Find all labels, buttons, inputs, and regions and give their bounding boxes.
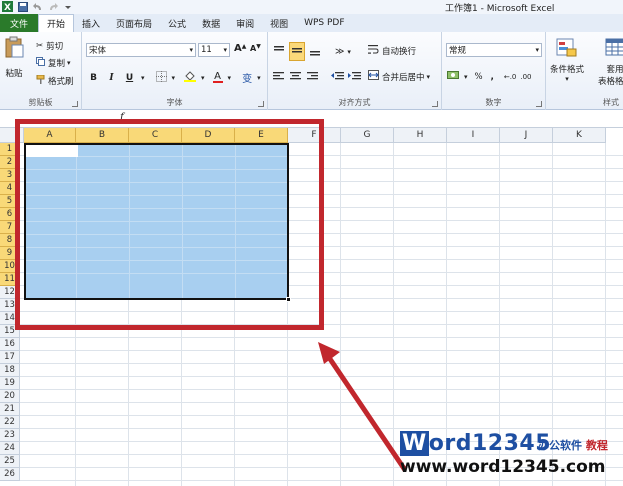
watermark-cn2: 教程 — [585, 439, 608, 452]
watermark-logo: Word12345 — [400, 431, 551, 456]
watermark-ord: ord — [428, 431, 472, 456]
annotation-arrow — [318, 342, 408, 472]
watermark-url: www.word12345.com — [400, 457, 606, 477]
watermark-cn1: 办公软件 — [538, 439, 582, 452]
watermark: Word12345 办公软件 教程 www.word12345.com — [398, 431, 618, 481]
excel-window: X 工作簿1 - Microsoft Excel 文件 开始 插入 页面布局 公… — [0, 0, 623, 486]
watermark-caption: 办公软件 教程 — [538, 437, 608, 453]
watermark-w: W — [400, 431, 429, 456]
